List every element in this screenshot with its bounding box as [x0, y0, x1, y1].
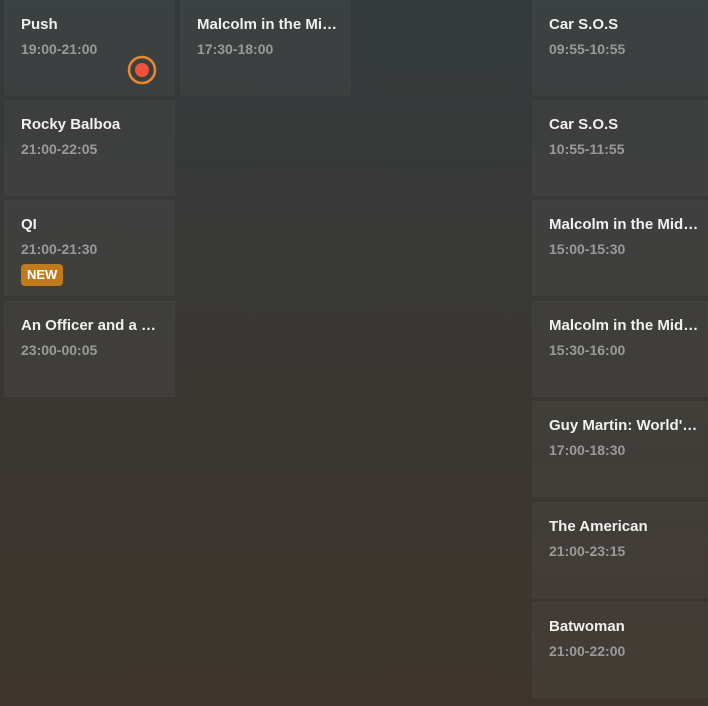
program-time: 10:55-11:55 — [549, 141, 625, 157]
program-card-the-american[interactable]: The American 21:00-23:15 — [532, 502, 708, 598]
program-title: Car S.O.S — [549, 116, 619, 133]
program-card-malcolm[interactable]: Malcolm in the Middle 17:30-18:00 — [180, 0, 351, 96]
program-title: Push — [21, 16, 58, 33]
program-title: QI — [21, 216, 37, 233]
program-time: 23:00-00:05 — [21, 342, 98, 358]
program-time: 09:55-10:55 — [549, 41, 626, 57]
program-card-malcolm-1[interactable]: Malcolm in the Middle 15:00-15:30 — [532, 200, 708, 296]
program-card-an-officer[interactable]: An Officer and a Gentleman 23:00-00:05 — [4, 301, 175, 397]
program-card-car-sos-2[interactable]: Car S.O.S 10:55-11:55 — [532, 100, 708, 196]
program-title: An Officer and a Gentleman — [21, 317, 175, 334]
program-title: Malcolm in the Middle — [197, 16, 351, 33]
program-card-batwoman[interactable]: Batwoman 21:00-22:00 — [532, 602, 708, 698]
program-time: 17:00-18:30 — [549, 442, 626, 458]
program-card-rocky-balboa[interactable]: Rocky Balboa 21:00-22:05 — [4, 100, 175, 196]
program-card-guy-martin[interactable]: Guy Martin: World's Fastest 17:00-18:30 — [532, 401, 708, 497]
program-card-qi[interactable]: QI 21:00-21:30 NEW — [4, 200, 175, 296]
program-card-push[interactable]: Push 19:00-21:00 — [4, 0, 175, 96]
program-title: Rocky Balboa — [21, 116, 121, 133]
program-title: Car S.O.S — [549, 16, 619, 33]
new-badge: NEW — [21, 264, 64, 286]
program-time: 21:00-22:00 — [549, 643, 626, 659]
program-card-car-sos-1[interactable]: Car S.O.S 09:55-10:55 — [532, 0, 708, 96]
program-time: 15:00-15:30 — [549, 241, 626, 257]
program-title: Guy Martin: World's Fastest — [549, 417, 708, 434]
program-title: Malcolm in the Middle — [549, 317, 705, 334]
record-icon[interactable] — [127, 55, 157, 85]
program-title: Malcolm in the Middle — [549, 216, 705, 233]
program-time: 15:30-16:00 — [549, 342, 626, 358]
program-time: 21:00-21:30 — [21, 241, 98, 257]
program-time: 21:00-23:15 — [549, 543, 626, 559]
program-title: Batwoman — [549, 618, 625, 635]
program-title: The American — [549, 518, 648, 535]
program-card-malcolm-2[interactable]: Malcolm in the Middle 15:30-16:00 — [532, 301, 708, 397]
program-time: 17:30-18:00 — [197, 41, 274, 57]
program-time: 21:00-22:05 — [21, 141, 98, 157]
